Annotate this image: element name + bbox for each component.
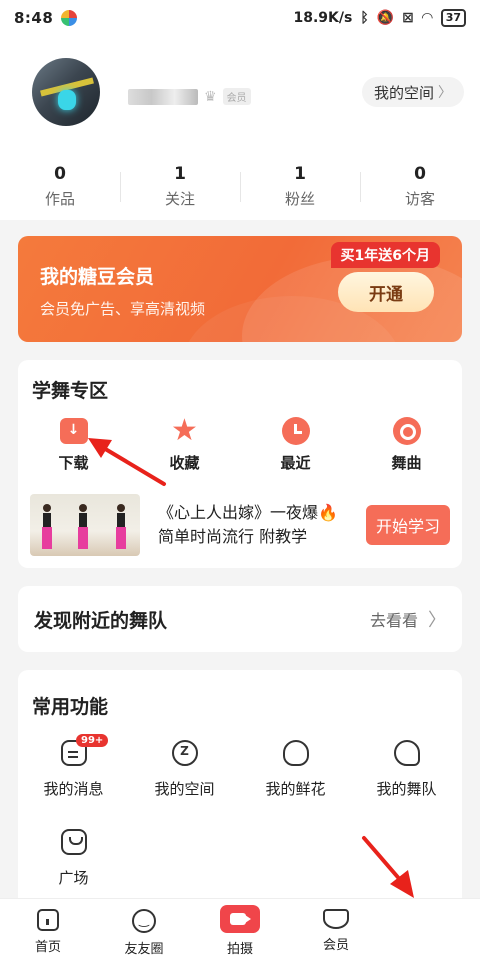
- learn-item-label: 收藏: [169, 454, 200, 472]
- vip-badge: 会员: [222, 88, 251, 105]
- wifi-icon: ◠: [421, 10, 433, 26]
- func-label: 我的空间: [154, 780, 215, 798]
- crown-icon: ♛: [204, 88, 217, 105]
- common-title: 常用功能: [32, 696, 109, 718]
- my-space-button[interactable]: 我的空间 〉: [361, 77, 464, 107]
- learn-shortcuts: 下载 ★ 收藏 最近 舞曲: [18, 416, 462, 473]
- nearby-title: 发现附近的舞队: [34, 609, 168, 632]
- home-icon: [37, 909, 59, 931]
- function-grid: 99+ 我的消息 我的空间 我的鲜花 我的舞队 广场: [18, 734, 462, 888]
- stat-label: 关注: [164, 190, 195, 208]
- start-learning-button[interactable]: 开始学习: [366, 505, 450, 545]
- stat-value: 1: [294, 164, 306, 184]
- nearby-go-link[interactable]: 去看看 〉: [370, 606, 446, 632]
- clock-icon: [281, 417, 310, 445]
- my-space-label: 我的空间: [373, 83, 434, 102]
- stat-value: 0: [54, 164, 66, 184]
- promo-line1: 《心上人出嫁》一夜爆🔥: [158, 503, 338, 522]
- func-my-messages[interactable]: 99+ 我的消息: [18, 734, 129, 799]
- app-notification-icon: [61, 10, 78, 26]
- tab-shoot[interactable]: 拍摄: [192, 899, 288, 960]
- promo-text: 《心上人出嫁》一夜爆🔥 简单时尚流行 附教学: [158, 501, 338, 549]
- func-my-flowers[interactable]: 我的鲜花: [240, 740, 351, 799]
- chevron-right-icon: 〉: [428, 610, 446, 631]
- username[interactable]: ♛ 会员: [128, 88, 251, 105]
- stat-value: 0: [414, 164, 426, 184]
- func-my-team[interactable]: 我的舞队: [351, 740, 462, 799]
- status-time: 8:48: [14, 9, 54, 27]
- download-icon: [59, 418, 88, 444]
- learn-dance-card: 学舞专区 下载 ★ 收藏 最近 舞曲 《心上人出嫁》一夜爆🔥 简单时尚流行 附教…: [18, 360, 462, 568]
- status-bar: 8:48 18.9K/s ᛒ 🔕 ⊠ ◠ 37: [0, 0, 480, 36]
- tab-friends-circle[interactable]: 友友圈: [96, 899, 192, 960]
- tab-label: 首页: [34, 940, 61, 955]
- flower-icon: [282, 740, 309, 766]
- learn-favorites[interactable]: ★ 收藏: [129, 416, 240, 473]
- bluetooth-icon: ᛒ: [360, 10, 369, 26]
- nearby-action-label: 去看看: [369, 611, 418, 630]
- stat-visitors[interactable]: 0 访客: [360, 164, 480, 209]
- tab-label: 会员: [322, 938, 349, 953]
- learn-download[interactable]: 下载: [18, 416, 129, 473]
- vip-banner[interactable]: 我的糖豆会员 会员免广告、享高清视频 买1年送6个月 开通: [18, 236, 462, 342]
- stats-row: 0 作品 1 关注 1 粉丝 0 访客: [0, 164, 480, 209]
- music-disc-icon: [392, 417, 421, 445]
- func-label: 我的鲜花: [265, 780, 326, 798]
- status-right: 18.9K/s ᛒ 🔕 ⊠ ◠ 37: [293, 9, 466, 27]
- stat-value: 1: [174, 164, 186, 184]
- vip-subtitle: 会员免广告、享高清视频: [40, 300, 206, 318]
- common-functions-card: 常用功能 99+ 我的消息 我的空间 我的鲜花 我的舞队 广场: [18, 670, 462, 910]
- stat-label: 访客: [404, 190, 435, 208]
- stat-label: 作品: [44, 190, 75, 208]
- team-icon: [393, 740, 420, 766]
- stat-fans[interactable]: 1 粉丝: [240, 164, 360, 209]
- vip-promo-tag: 买1年送6个月: [330, 242, 440, 268]
- chevron-right-icon: 〉: [438, 85, 452, 101]
- learn-music[interactable]: 舞曲: [351, 416, 462, 473]
- star-icon: ★: [171, 413, 198, 448]
- func-my-space[interactable]: 我的空间: [129, 740, 240, 799]
- tab-home[interactable]: 首页: [0, 899, 96, 960]
- promo-line2: 简单时尚流行 附教学: [158, 527, 308, 546]
- username-blurred: [128, 88, 198, 105]
- tab-label: 拍摄: [226, 942, 253, 957]
- func-label: 我的消息: [43, 780, 104, 798]
- mute-bell-icon: 🔕: [376, 10, 395, 26]
- no-sim-icon: ⊠: [402, 10, 414, 26]
- promo-video[interactable]: 《心上人出嫁》一夜爆🔥 简单时尚流行 附教学 开始学习: [30, 494, 450, 556]
- vip-open-button[interactable]: 开通: [338, 272, 434, 312]
- vip-title: 我的糖豆会员: [40, 266, 155, 288]
- unread-badge: 99+: [76, 734, 109, 747]
- stat-label: 粉丝: [284, 190, 315, 208]
- video-camera-icon: [220, 905, 260, 933]
- avatar[interactable]: [32, 58, 100, 126]
- learn-item-label: 舞曲: [391, 454, 422, 472]
- func-square[interactable]: 广场: [18, 829, 129, 888]
- promo-thumbnail[interactable]: [30, 494, 140, 556]
- learn-item-label: 最近: [280, 454, 311, 472]
- battery-icon: 37: [440, 9, 466, 27]
- bottom-tab-bar: 首页 友友圈 拍摄 会员: [0, 898, 480, 960]
- learn-recent[interactable]: 最近: [240, 416, 351, 473]
- func-label: 广场: [58, 869, 89, 887]
- learn-title: 学舞专区: [32, 380, 109, 402]
- network-speed: 18.9K/s: [293, 10, 353, 26]
- space-icon: [171, 740, 198, 766]
- nearby-teams-card[interactable]: 发现附近的舞队 去看看 〉: [18, 586, 462, 652]
- vip-diamond-icon: [323, 909, 349, 929]
- stat-following[interactable]: 1 关注: [120, 164, 240, 209]
- tab-vip[interactable]: 会员: [288, 899, 384, 960]
- tab-label: 友友圈: [124, 942, 164, 957]
- learn-item-label: 下载: [58, 454, 89, 472]
- func-label: 我的舞队: [376, 780, 437, 798]
- profile-section: ♛ 会员 我的空间 〉 0 作品 1 关注 1 粉丝 0 访客: [0, 36, 480, 220]
- stat-works[interactable]: 0 作品: [0, 164, 120, 209]
- smile-icon: [132, 909, 156, 933]
- shopping-bag-icon: [60, 829, 87, 855]
